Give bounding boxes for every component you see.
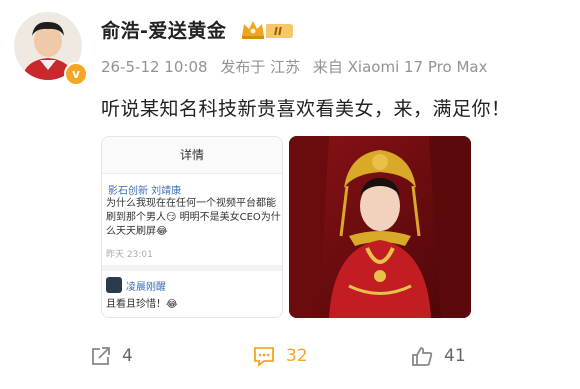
like-icon	[410, 345, 434, 367]
card-body-text: 为什么我现在在任何一个视频平台都能刷到那个男人😏 明明不是美女CEO为什么天天刷…	[106, 198, 281, 237]
author-name[interactable]: 俞浩-爱送黄金	[101, 16, 226, 43]
vip-level-text: II	[274, 25, 282, 38]
share-button[interactable]: 4	[90, 340, 133, 372]
reply-user-name: 凌晨刚醒	[126, 282, 166, 293]
card-divider	[102, 265, 282, 271]
post-meta: 26-5-12 10:08 发布于 江苏 来自 Xiaomi 17 Pro Ma…	[101, 56, 495, 77]
share-icon	[90, 345, 112, 367]
card-user-name: 影石创新 刘靖康	[108, 186, 182, 197]
card-header: 详情	[102, 137, 282, 174]
like-count: 41	[444, 346, 466, 366]
post-location: 发布于 江苏	[220, 58, 301, 76]
reply-avatar	[106, 277, 122, 293]
action-bar: 4 32 41	[0, 340, 580, 376]
comment-icon	[252, 345, 276, 367]
post-image-1[interactable]: 详情 影石创新 刘靖康 为什么我现在在任何一个视频平台都能刷到那个男人😏 明明不…	[101, 136, 283, 318]
verified-badge-icon: v	[64, 62, 88, 86]
post-text: 听说某知名科技新贵喜欢看美女，来，满足你！	[101, 98, 511, 120]
comment-button[interactable]: 32	[252, 340, 308, 372]
card-time: 昨天 23:01	[106, 250, 153, 260]
like-button[interactable]: 41	[410, 340, 466, 372]
post-time[interactable]: 26-5-12 10:08	[101, 58, 208, 76]
vip-crown-icon[interactable]: II	[240, 18, 294, 42]
post-source: 来自 Xiaomi 17 Pro Max	[312, 58, 488, 76]
post-image-2[interactable]	[289, 136, 471, 318]
reply-text: 且看且珍惜！😂	[106, 299, 178, 310]
comment-count: 32	[286, 346, 308, 366]
share-count: 4	[122, 346, 133, 366]
